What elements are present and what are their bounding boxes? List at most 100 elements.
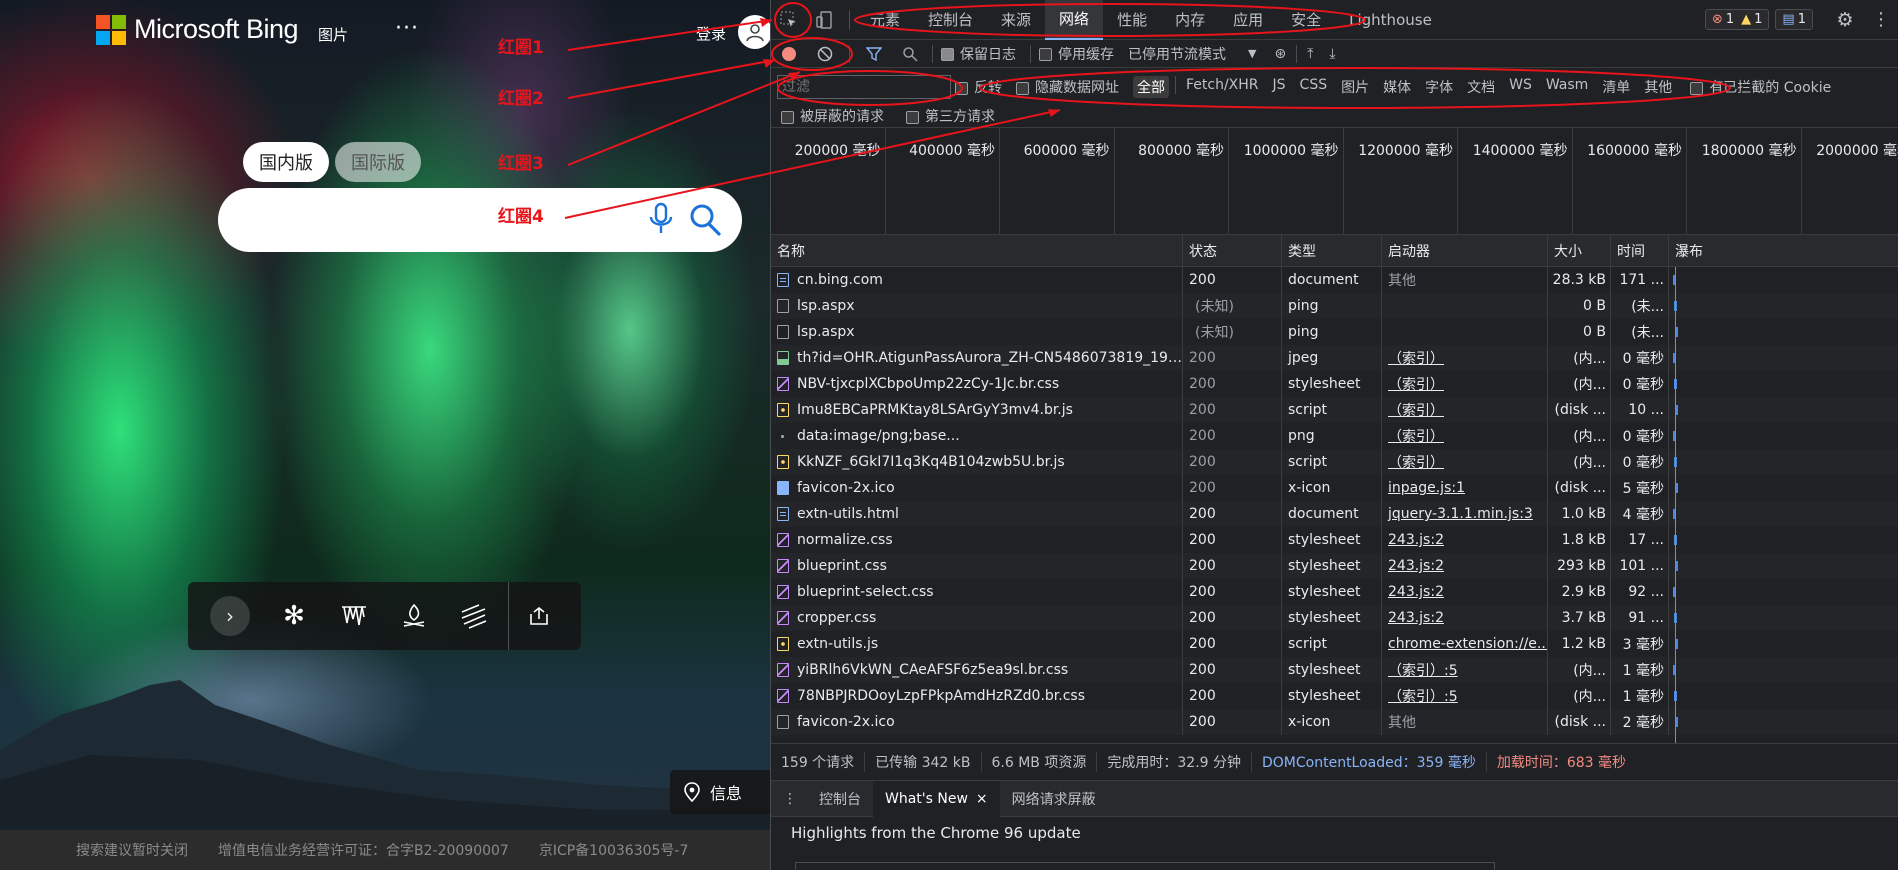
col-time[interactable]: 时间 [1611, 235, 1669, 266]
nav-images-link[interactable]: 图片 [318, 24, 348, 45]
network-conditions-icon[interactable]: ⊛ [1274, 46, 1286, 62]
request-name[interactable]: blueprint-select.css [797, 584, 934, 600]
type-other[interactable]: 其他 [1640, 76, 1676, 98]
next-icon[interactable]: › [210, 596, 250, 636]
filter-icon[interactable] [856, 40, 892, 68]
tab-application[interactable]: 应用 [1219, 0, 1277, 40]
avatar[interactable] [738, 15, 770, 49]
request-name[interactable]: favicon-2x.ico [797, 714, 895, 730]
type-js[interactable]: JS [1269, 76, 1290, 98]
request-name[interactable]: 78NBPJRDOoyLzpFPkpAmdHzRZd0.br.css [797, 688, 1085, 704]
request-name[interactable]: th?id=OHR.AtigunPassAurora_ZH-CN54860738… [797, 350, 1182, 366]
tab-elements[interactable]: 元素 [856, 0, 914, 40]
tab-performance[interactable]: 性能 [1103, 0, 1161, 40]
request-name[interactable]: blueprint.css [797, 558, 887, 574]
cell-initiator-text[interactable]: 243.js:2 [1388, 558, 1444, 574]
cell-initiator-text[interactable]: jquery-3.1.1.min.js:3 [1388, 506, 1533, 522]
settings-gear-icon[interactable]: ⚙ [1827, 0, 1863, 40]
request-name[interactable]: cropper.css [797, 610, 876, 626]
col-size[interactable]: 大小 [1548, 235, 1611, 266]
type-fetch-xhr[interactable]: Fetch/XHR [1182, 76, 1263, 98]
blocked-requests-check[interactable] [781, 110, 794, 124]
messages-badge[interactable]: ▤ 1 [1775, 9, 1813, 30]
type-manifest[interactable]: 清单 [1598, 76, 1634, 98]
footer-license[interactable]: 增值电信业务经营许可证：合字B2-20090007 [218, 840, 509, 860]
request-name[interactable]: data:image/png;base... [797, 428, 960, 444]
table-row[interactable]: favicon-2x.ico 200 x-icon inpage.js:1 (disk … [771, 475, 1898, 501]
cell-initiator-text[interactable]: （索引）:5 [1388, 686, 1458, 706]
cell-initiator-text[interactable]: （索引） [1388, 452, 1444, 472]
microphone-icon[interactable] [646, 201, 676, 241]
cell-initiator-text[interactable]: chrome-extension://e... [1388, 636, 1547, 652]
table-row[interactable]: Imu8EBCaPRMKtay8LSArGyY3mv4.br.js 200 scri… [771, 397, 1898, 423]
cell-initiator-text[interactable]: （索引） [1388, 400, 1444, 420]
col-waterfall[interactable]: 瀑布 [1669, 235, 1898, 266]
cell-initiator-text[interactable]: （索引） [1388, 374, 1444, 394]
inspect-element-icon[interactable] [771, 0, 807, 40]
tab-lighthouse[interactable]: Lighthouse [1335, 0, 1446, 40]
type-doc[interactable]: 文档 [1463, 76, 1499, 98]
campfire-icon[interactable] [384, 582, 444, 650]
tab-console[interactable]: 控制台 [914, 0, 987, 40]
more-options-icon[interactable]: ⋮ [1863, 0, 1898, 40]
tab-memory[interactable]: 内存 [1161, 0, 1219, 40]
request-name[interactable]: yiBRlh6VkWN_CAeAFSF6z5ea9sl.br.css [797, 662, 1068, 678]
request-name[interactable]: KkNZF_6GkI7I1q3Kq4B104zwb5U.br.js [797, 454, 1065, 470]
disable-cache-check[interactable] [1039, 48, 1052, 61]
col-initiator[interactable]: 启动器 [1382, 235, 1548, 266]
table-row[interactable]: extn-utils.html 200 document jquery-3.1.1.m… [771, 501, 1898, 527]
type-img[interactable]: 图片 [1337, 76, 1373, 98]
request-name[interactable]: lsp.aspx [797, 324, 855, 340]
close-icon[interactable]: × [976, 791, 988, 807]
type-font[interactable]: 字体 [1421, 76, 1457, 98]
cell-initiator-text[interactable]: （索引） [1388, 426, 1444, 446]
type-all[interactable]: 全部 [1133, 76, 1169, 98]
third-party-check[interactable] [906, 110, 919, 124]
request-name[interactable]: NBV-tjxcplXCbpoUmp22zCy-1Jc.br.css [797, 376, 1059, 392]
table-row[interactable]: data:image/png;base... 200 png （索引） (内... 0 毫… [771, 423, 1898, 449]
cell-initiator-text[interactable]: 243.js:2 [1388, 532, 1444, 548]
col-status[interactable]: 状态 [1183, 235, 1282, 266]
info-button[interactable]: 信息 [670, 770, 770, 814]
table-row[interactable]: blueprint.css 200 stylesheet 243.js:2 293 kB… [771, 553, 1898, 579]
table-row[interactable]: extn-utils.js 200 script chrome-extension:/… [771, 631, 1898, 657]
export-har-icon[interactable]: ⤓ [1329, 46, 1335, 62]
search-icon[interactable] [892, 40, 928, 68]
tab-sources[interactable]: 来源 [987, 0, 1045, 40]
cell-initiator-text[interactable]: inpage.js:1 [1388, 480, 1465, 496]
tab-network[interactable]: 网络 [1045, 0, 1104, 40]
throttling-select[interactable]: 已停用节流模式 [1128, 44, 1226, 64]
snowflake-icon[interactable]: ✻ [264, 582, 324, 650]
search-icon[interactable] [688, 201, 722, 241]
table-row[interactable]: normalize.css 200 stylesheet 243.js:2 1.8 kB… [771, 527, 1898, 553]
request-name[interactable]: extn-utils.html [797, 506, 899, 522]
filter-input[interactable] [777, 75, 951, 99]
preserve-log-check[interactable] [941, 48, 954, 61]
share-icon[interactable] [509, 582, 569, 650]
table-row[interactable]: blueprint-select.css 200 stylesheet 243.js:… [771, 579, 1898, 605]
cell-initiator-text[interactable]: 243.js:2 [1388, 584, 1444, 600]
table-row[interactable]: cropper.css 200 stylesheet 243.js:2 3.7 kB 91… [771, 605, 1898, 631]
bing-logo[interactable]: Microsoft Bing [96, 14, 299, 45]
import-har-icon[interactable]: ⤒ [1307, 46, 1313, 62]
footer-suggestions[interactable]: 搜索建议暂时关闭 [76, 840, 188, 860]
table-row[interactable]: KkNZF_6GkI7I1q3Kq4B104zwb5U.br.js 200 scri… [771, 449, 1898, 475]
request-name[interactable]: Imu8EBCaPRMKtay8LSArGyY3mv4.br.js [797, 402, 1073, 418]
type-wasm[interactable]: Wasm [1542, 76, 1592, 98]
chevron-down-icon[interactable]: ▼ [1248, 47, 1256, 60]
table-row[interactable]: lsp.aspx (未知) ping 0 B (未... [771, 319, 1898, 345]
request-name[interactable]: extn-utils.js [797, 636, 878, 652]
hide-data-urls-checkbox[interactable]: 隐藏数据网址 [1016, 77, 1119, 97]
table-row[interactable]: cn.bing.com 200 document 其他 28.3 kB 171 ... [771, 267, 1898, 293]
drawer-menu-icon[interactable]: ⋮ [771, 791, 807, 807]
request-name[interactable]: normalize.css [797, 532, 893, 548]
request-name[interactable]: lsp.aspx [797, 298, 855, 314]
table-row[interactable]: yiBRlh6VkWN_CAeAFSF6z5ea9sl.br.css 200 sty… [771, 657, 1898, 683]
cell-initiator-text[interactable]: （索引）:5 [1388, 660, 1458, 680]
login-link[interactable]: 登录 [696, 23, 726, 44]
issues-badge[interactable]: ⊗ 1 ▲ 1 [1704, 9, 1770, 30]
device-toolbar-icon[interactable] [807, 0, 843, 40]
table-row[interactable]: NBV-tjxcplXCbpoUmp22zCy-1Jc.br.css 200 sty… [771, 371, 1898, 397]
col-name[interactable]: 名称 [771, 235, 1183, 266]
col-type[interactable]: 类型 [1282, 235, 1382, 266]
